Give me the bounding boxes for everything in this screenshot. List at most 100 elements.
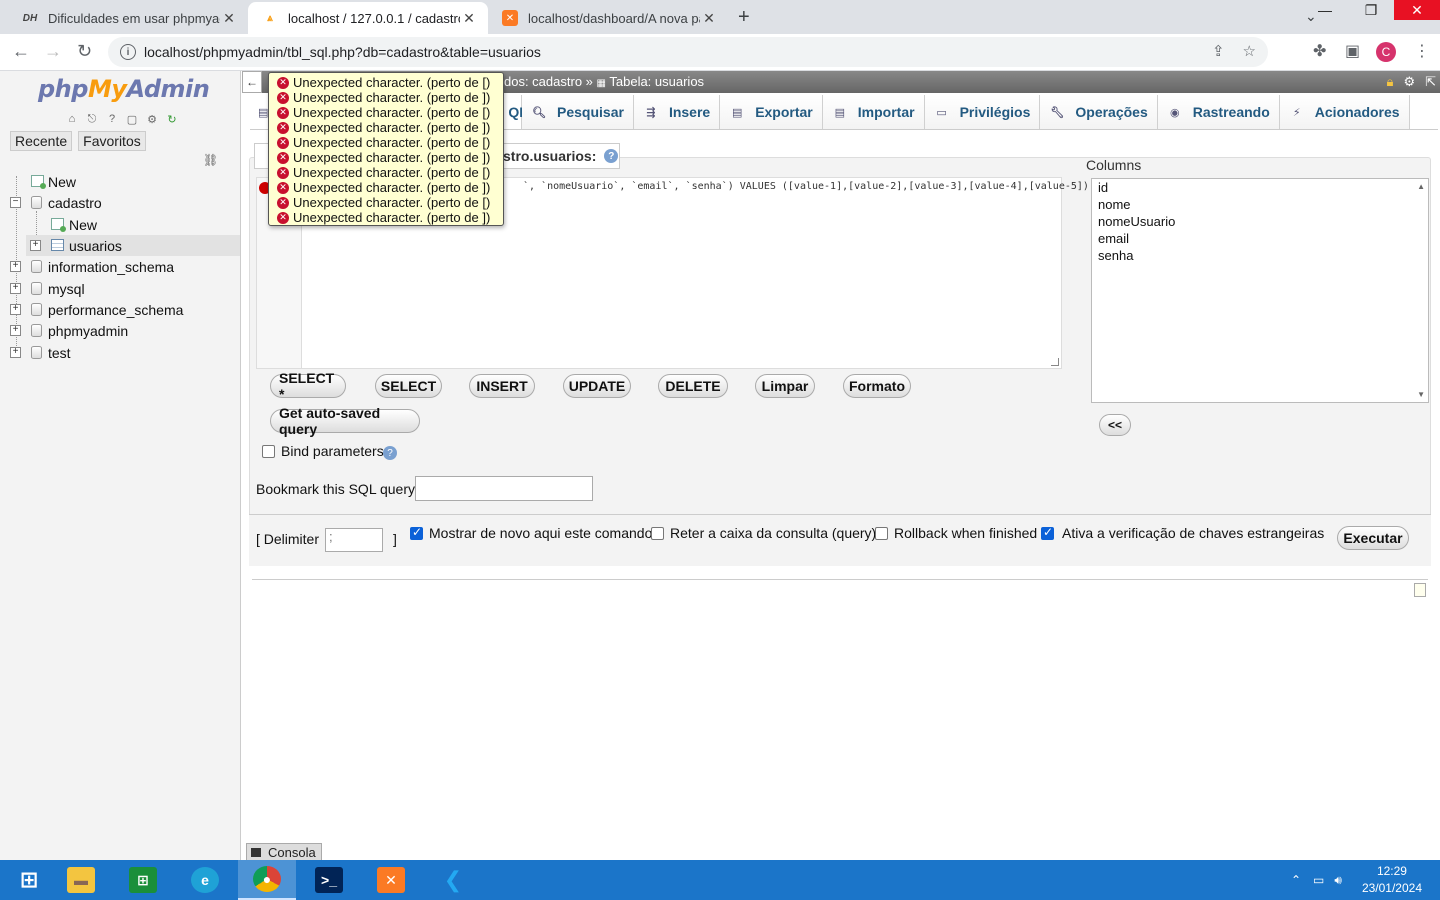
bookmark-input[interactable] — [415, 476, 593, 501]
share-icon[interactable]: ⇪ — [1212, 42, 1225, 60]
taskbar-chrome[interactable]: ● — [238, 860, 296, 900]
delete-button[interactable]: DELETE — [658, 374, 728, 398]
extensions-icon[interactable]: ✤ — [1313, 41, 1326, 61]
browser-tab-dificuldades[interactable]: DH Dificuldades em usar phpmyadm ✕ — [8, 2, 248, 34]
fk-checks-checkbox[interactable] — [1041, 525, 1054, 540]
minimize-icon[interactable]: — — [1302, 0, 1348, 20]
format-button[interactable]: Formato — [843, 374, 911, 398]
forward-arrow-icon[interactable]: → — [44, 41, 62, 62]
columns-scrollbar[interactable]: ▲ ▼ — [1414, 179, 1428, 402]
breadcrumb-table[interactable]: Tabela: usuarios — [609, 74, 704, 89]
favorites-tab[interactable]: Favoritos — [78, 131, 146, 151]
network-icon[interactable]: ▭ — [1313, 873, 1324, 887]
retain-box-label[interactable]: Reter a caixa da consulta (query) — [670, 525, 876, 541]
back-arrow-icon[interactable]: ← — [12, 41, 30, 62]
tree-item-information-schema[interactable]: + information_schema — [0, 256, 240, 277]
insert-button[interactable]: INSERT — [469, 374, 535, 398]
bind-parameters-checkbox[interactable] — [262, 445, 275, 458]
taskbar-powershell[interactable]: >_ — [300, 860, 358, 900]
column-option[interactable]: nome — [1092, 196, 1428, 213]
show-again-checkbox[interactable] — [410, 525, 423, 540]
link-icon[interactable]: ⛓ — [203, 153, 218, 167]
tree-item-new-table[interactable]: New — [0, 214, 240, 235]
tree-item-phpmyadmin[interactable]: + phpmyadmin — [0, 320, 240, 341]
tree-item-usuarios[interactable]: + usuarios — [26, 235, 240, 256]
lock-icon[interactable]: 🔒︎ — [1387, 74, 1394, 90]
column-option[interactable]: nomeUsuario — [1092, 213, 1428, 230]
get-autosaved-query-button[interactable]: Get auto-saved query — [270, 405, 420, 437]
phpmyadmin-logo[interactable]: phpMyAdmin — [38, 75, 210, 103]
refresh-icon[interactable]: ↻ — [164, 111, 180, 127]
scroll-down-icon[interactable]: ▼ — [1417, 390, 1425, 399]
home-icon[interactable]: ⌂ — [64, 111, 80, 127]
taskbar-store[interactable]: ⊞ — [114, 860, 172, 900]
taskbar-xampp[interactable]: ✕ — [362, 860, 420, 900]
rollback-label[interactable]: Rollback when finished — [894, 525, 1037, 541]
update-button[interactable]: UPDATE — [563, 374, 631, 398]
browser-tab-dashboard[interactable]: ✕ localhost/dashboard/A nova past ✕ — [488, 2, 728, 34]
expand-icon[interactable]: + — [10, 347, 21, 358]
columns-list[interactable]: id nome nomeUsuario email senha ▲ ▼ — [1091, 178, 1429, 403]
close-tab-icon[interactable]: ✕ — [460, 10, 478, 27]
close-tab-icon[interactable]: ✕ — [700, 10, 718, 27]
fk-checks-label[interactable]: Ativa a verificação de chaves estrangeir… — [1062, 525, 1324, 541]
select-star-button[interactable]: SELECT * — [270, 370, 346, 402]
bind-parameters-label[interactable]: Bind parameters — [281, 443, 384, 459]
resize-handle[interactable] — [1051, 358, 1059, 366]
volume-icon[interactable]: 🔊︎ — [1334, 873, 1342, 888]
settings-gear-icon[interactable]: ⚙ — [1403, 74, 1415, 90]
select-button[interactable]: SELECT — [375, 374, 442, 398]
insert-column-button[interactable]: << — [1099, 414, 1131, 436]
url-text[interactable]: localhost/phpmyadmin/tbl_sql.php?db=cada… — [144, 44, 541, 60]
tab-rastreando[interactable]: ◉ Rastreando — [1157, 95, 1280, 129]
restore-icon[interactable]: ❐ — [1348, 0, 1394, 20]
sql-code[interactable]: `, `nomeUsuario`, `email`, `senha`) VALU… — [523, 181, 1089, 192]
execute-button[interactable]: Executar — [1337, 526, 1409, 550]
docs-icon[interactable]: ▢ — [124, 111, 140, 127]
recent-tab[interactable]: Recente — [10, 131, 73, 151]
bookmark-star-icon[interactable]: ☆ — [1243, 42, 1256, 60]
column-option[interactable]: id — [1092, 179, 1428, 196]
column-option[interactable]: email — [1092, 230, 1428, 247]
close-tab-icon[interactable]: ✕ — [220, 10, 238, 27]
taskbar-file-explorer[interactable]: ▬ — [52, 860, 110, 900]
breadcrumb-database[interactable]: dos: cadastro — [504, 74, 582, 89]
console-tab[interactable]: Consola — [246, 843, 322, 860]
expand-icon[interactable]: + — [10, 283, 21, 294]
settings-gear-icon[interactable]: ⚙ — [144, 111, 160, 127]
tab-operacoes[interactable]: 🔧︎ Operações — [1040, 95, 1158, 129]
collapse-icon[interactable]: − — [10, 197, 21, 208]
taskbar-edge[interactable]: e — [176, 860, 234, 900]
window-close-icon[interactable]: ✕ — [1394, 0, 1440, 20]
site-info-icon[interactable]: i — [120, 44, 136, 60]
page-note-icon[interactable] — [1414, 583, 1426, 597]
clock[interactable]: 12:29 23/01/2024 — [1362, 863, 1422, 897]
address-bar[interactable]: i localhost/phpmyadmin/tbl_sql.php?db=ca… — [108, 37, 1268, 67]
profile-avatar[interactable]: C — [1376, 42, 1396, 62]
tray-chevron-up-icon[interactable]: ⌃ — [1291, 873, 1301, 887]
tree-item-cadastro[interactable]: − cadastro — [0, 192, 240, 213]
tab-insere[interactable]: ⇶ Insere — [633, 95, 721, 129]
tree-item-performance-schema[interactable]: + performance_schema — [0, 299, 240, 320]
column-option[interactable]: senha — [1092, 247, 1428, 264]
start-button[interactable]: ⊞ — [0, 860, 58, 900]
expand-icon[interactable]: + — [10, 304, 21, 315]
tab-pesquisar[interactable]: 🔍︎ Pesquisar — [522, 95, 634, 129]
taskbar-vscode[interactable]: ❮ — [424, 860, 482, 900]
tree-item-mysql[interactable]: + mysql — [0, 278, 240, 299]
clear-button[interactable]: Limpar — [755, 374, 815, 398]
tab-importar[interactable]: ▤ Importar — [822, 95, 925, 129]
browser-tab-phpmyadmin[interactable]: ⩓ localhost / 127.0.0.1 / cadastro / ✕ — [248, 2, 488, 34]
reload-icon[interactable]: ↻ — [77, 41, 92, 62]
tree-item-new-db[interactable]: New — [0, 171, 240, 192]
help-icon[interactable]: ? — [104, 111, 120, 127]
help-icon[interactable]: ? — [604, 149, 619, 163]
tab-exportar[interactable]: ▤ Exportar — [720, 95, 823, 129]
show-again-label[interactable]: Mostrar de novo aqui este comando — [429, 525, 652, 541]
expand-icon[interactable]: + — [30, 240, 41, 251]
collapse-sidebar-arrow-icon[interactable]: ← — [242, 71, 262, 93]
tab-acionadores[interactable]: ⚡︎ Acionadores — [1279, 95, 1410, 129]
new-tab-icon[interactable]: + — [738, 6, 750, 29]
rollback-checkbox[interactable] — [875, 527, 888, 540]
expand-icon[interactable]: + — [10, 325, 21, 336]
